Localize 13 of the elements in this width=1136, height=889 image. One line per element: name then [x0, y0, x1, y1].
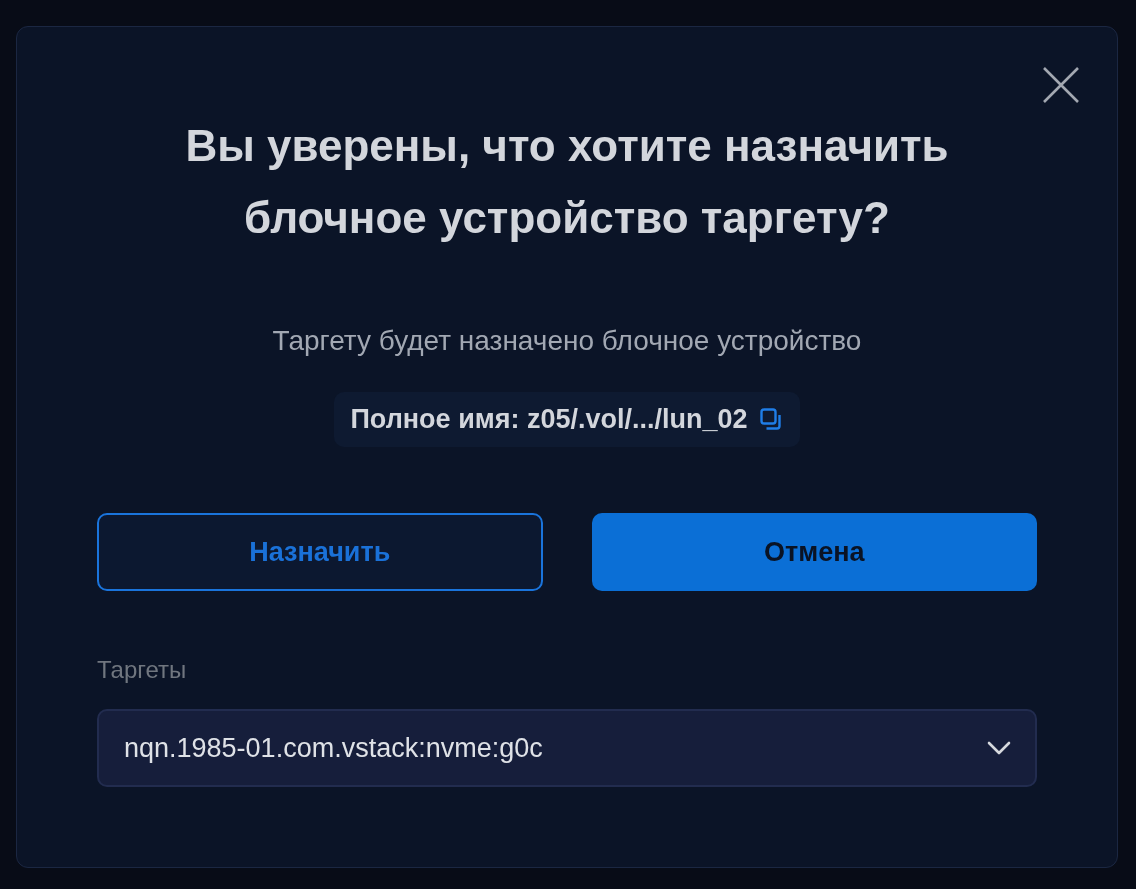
close-button[interactable] [1041, 65, 1081, 105]
copy-icon [759, 407, 784, 432]
full-name-text: Полное имя: z05/.vol/.../lun_02 [350, 403, 748, 437]
targets-label: Таргеты [97, 656, 187, 684]
targets-select[interactable]: nqn.1985-01.com.vstack:nvme:g0c [97, 709, 1037, 787]
cancel-button[interactable]: Отмена [591, 513, 1037, 591]
copy-button[interactable] [759, 407, 784, 432]
assign-button[interactable]: Назначить [97, 513, 543, 591]
close-icon [1043, 67, 1079, 103]
targets-select-value: nqn.1985-01.com.vstack:nvme:g0c [124, 731, 543, 765]
dialog-title: Вы уверены, что хотите назначить блочное устройство таргету? [184, 120, 950, 244]
chevron-down-icon [987, 741, 1011, 755]
dialog-message: Таргету будет назначено блочное устройство [272, 325, 862, 357]
